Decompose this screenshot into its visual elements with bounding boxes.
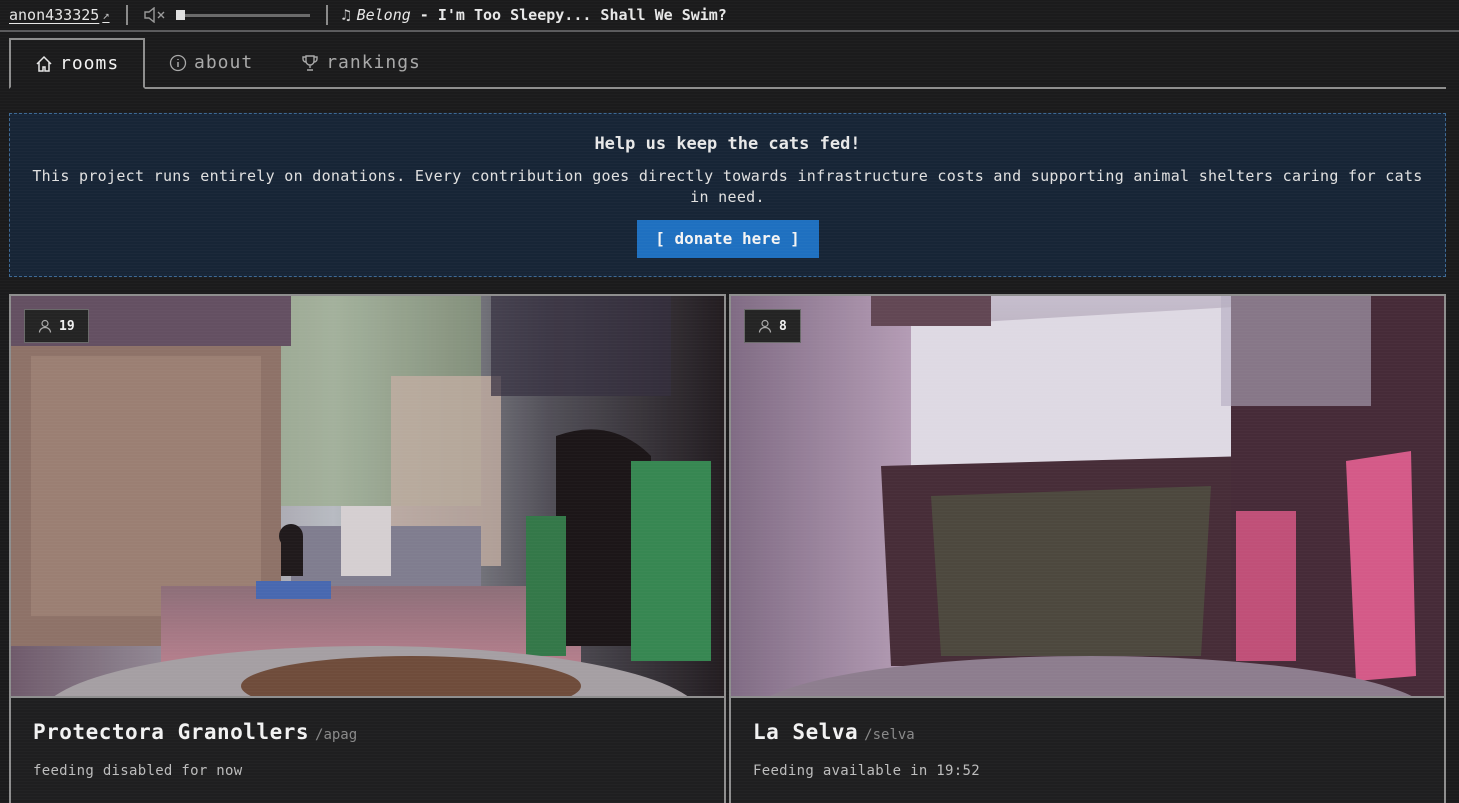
divider (125, 5, 128, 25)
external-link-icon: ↗ (102, 8, 110, 22)
room-slug: /apag (315, 727, 358, 743)
volume-slider-track (175, 13, 310, 17)
camera-feed[interactable]: 19 (11, 296, 724, 696)
donate-button[interactable]: [ donate here ] (636, 220, 819, 258)
music-note-icon: ♫ (341, 6, 351, 24)
room-title: Protectora Granollers (33, 720, 310, 744)
user-icon (38, 319, 52, 333)
room-name: La Selva/selva (753, 720, 915, 744)
viewer-count: 8 (779, 318, 787, 334)
room-info: Protectora Granollers/apag feeding disab… (11, 696, 724, 803)
banner-title: Help us keep the cats fed! (594, 134, 861, 154)
tab-about-label: about (194, 52, 254, 73)
room-status: Feeding available in 19:52 (753, 763, 980, 779)
donation-banner: Help us keep the cats fed! This project … (9, 113, 1446, 277)
now-playing: Belong - I'm Too Sleepy... Shall We Swim… (357, 6, 727, 24)
now-playing-song: Belong (356, 6, 411, 24)
banner-text: This project runs entirely on donations.… (32, 167, 1423, 206)
room-name: Protectora Granollers/apag (33, 720, 357, 744)
room-status: feeding disabled for now (33, 763, 243, 779)
username: anon433325 (9, 6, 100, 24)
room-info: La Selva/selva Feeding available in 19:5… (731, 696, 1444, 803)
camera-feed[interactable]: 8 (731, 296, 1444, 696)
viewer-count-badge: 19 (24, 309, 89, 343)
info-icon (169, 54, 187, 72)
viewer-count: 19 (59, 318, 75, 334)
room-card[interactable]: 8 La Selva/selva Feeding available in 19… (729, 294, 1446, 803)
tab-bar: rooms about rankings (9, 38, 1446, 89)
home-icon (35, 55, 53, 73)
speaker-muted-icon[interactable] (143, 7, 166, 23)
tab-rankings-label: rankings (326, 52, 421, 73)
user-icon (758, 319, 772, 333)
tab-rooms[interactable]: rooms (9, 38, 145, 89)
divider (325, 5, 328, 25)
user-profile-link[interactable]: anon433325 ↗ (9, 6, 110, 24)
now-playing-details: - I'm Too Sleepy... Shall We Swim? (410, 6, 727, 24)
volume-slider-thumb[interactable] (175, 10, 185, 20)
tab-rankings[interactable]: rankings (277, 38, 445, 87)
room-title: La Selva (753, 720, 859, 744)
tab-rooms-label: rooms (60, 53, 120, 74)
tab-about[interactable]: about (145, 38, 277, 87)
viewer-count-badge: 8 (744, 309, 801, 343)
top-bar: anon433325 ↗ ♫ Belong - I'm Too Sleepy..… (0, 0, 1459, 32)
room-slug: /selva (864, 727, 915, 743)
volume-slider[interactable] (175, 8, 310, 22)
trophy-icon (301, 54, 319, 72)
room-card[interactable]: 19 Protectora Granollers/apag feeding di… (9, 294, 726, 803)
